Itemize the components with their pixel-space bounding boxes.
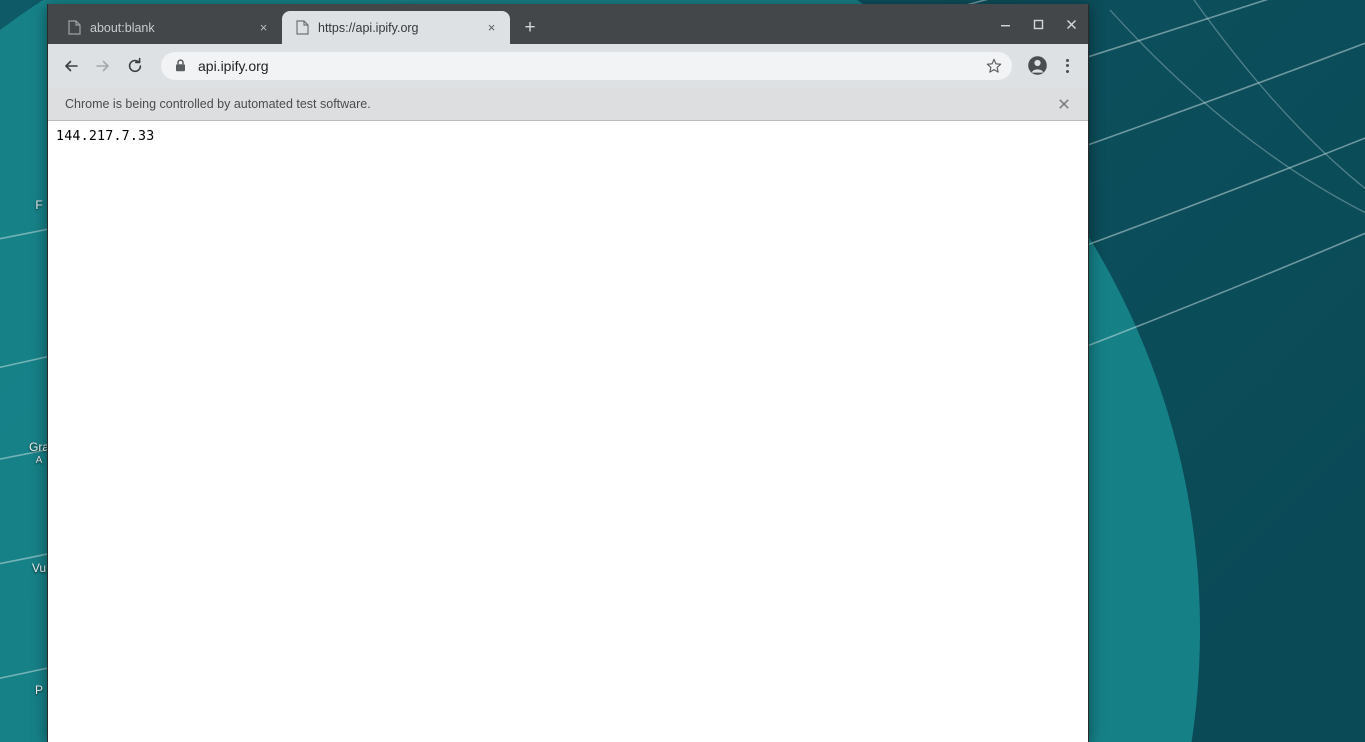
reload-button[interactable] xyxy=(120,51,150,81)
back-arrow-icon xyxy=(65,60,78,71)
tab-title: about:blank xyxy=(90,20,155,35)
three-dot-menu-icon xyxy=(1065,58,1069,73)
address-bar-text[interactable]: api.ipify.org xyxy=(198,58,982,74)
ip-address-text: 144.217.7.33 xyxy=(56,129,155,144)
reload-icon xyxy=(128,57,142,72)
page-favicon-icon xyxy=(296,20,309,35)
minimize-button[interactable] xyxy=(989,4,1022,44)
tab-close-icon[interactable]: × xyxy=(255,19,272,36)
tab-about-blank[interactable]: about:blank × xyxy=(54,11,282,44)
tab-api-ipify-org[interactable]: https://api.ipify.org × xyxy=(282,11,510,44)
maximize-button[interactable] xyxy=(1022,4,1055,44)
window-controls xyxy=(989,4,1088,44)
lock-icon[interactable] xyxy=(175,59,186,72)
new-tab-button[interactable]: + xyxy=(516,13,544,41)
page-content-area: 144.217.7.33 xyxy=(48,121,1088,742)
desktop: F Gra A Vu P about:blank × https://api.i… xyxy=(0,0,1365,742)
profile-avatar-button[interactable] xyxy=(1022,51,1052,81)
automation-infobar-message: Chrome is being controlled by automated … xyxy=(65,96,371,111)
close-icon xyxy=(1066,19,1077,29)
back-button[interactable] xyxy=(56,51,86,81)
page-favicon-icon xyxy=(68,20,81,35)
account-circle-icon xyxy=(1027,56,1047,75)
browser-window: about:blank × https://api.ipify.org × + xyxy=(47,4,1089,742)
close-button[interactable] xyxy=(1055,4,1088,44)
plus-icon: + xyxy=(524,16,536,38)
infobar-close-icon[interactable] xyxy=(1052,92,1076,116)
forward-button[interactable] xyxy=(88,51,118,81)
address-bar[interactable]: api.ipify.org xyxy=(161,51,1012,80)
automation-infobar: Chrome is being controlled by automated … xyxy=(48,87,1088,121)
tab-strip: about:blank × https://api.ipify.org × + xyxy=(48,4,1088,44)
tab-title: https://api.ipify.org xyxy=(318,20,419,35)
maximize-icon xyxy=(1033,19,1044,29)
minimize-icon xyxy=(1001,24,1010,26)
forward-arrow-icon xyxy=(96,60,109,71)
bookmark-star-icon[interactable] xyxy=(982,54,1006,78)
browser-toolbar: api.ipify.org xyxy=(48,44,1088,87)
tab-close-icon[interactable]: × xyxy=(483,19,500,36)
three-dot-menu-button[interactable] xyxy=(1054,51,1080,81)
